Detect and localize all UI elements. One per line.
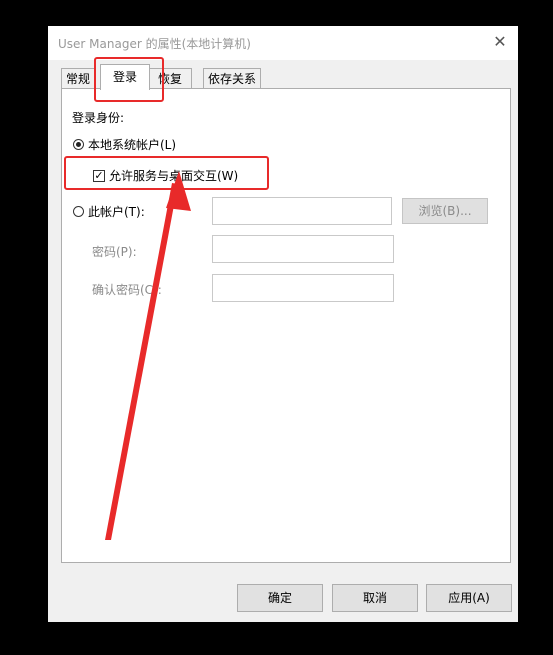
annotation-arrow-icon	[105, 171, 191, 540]
